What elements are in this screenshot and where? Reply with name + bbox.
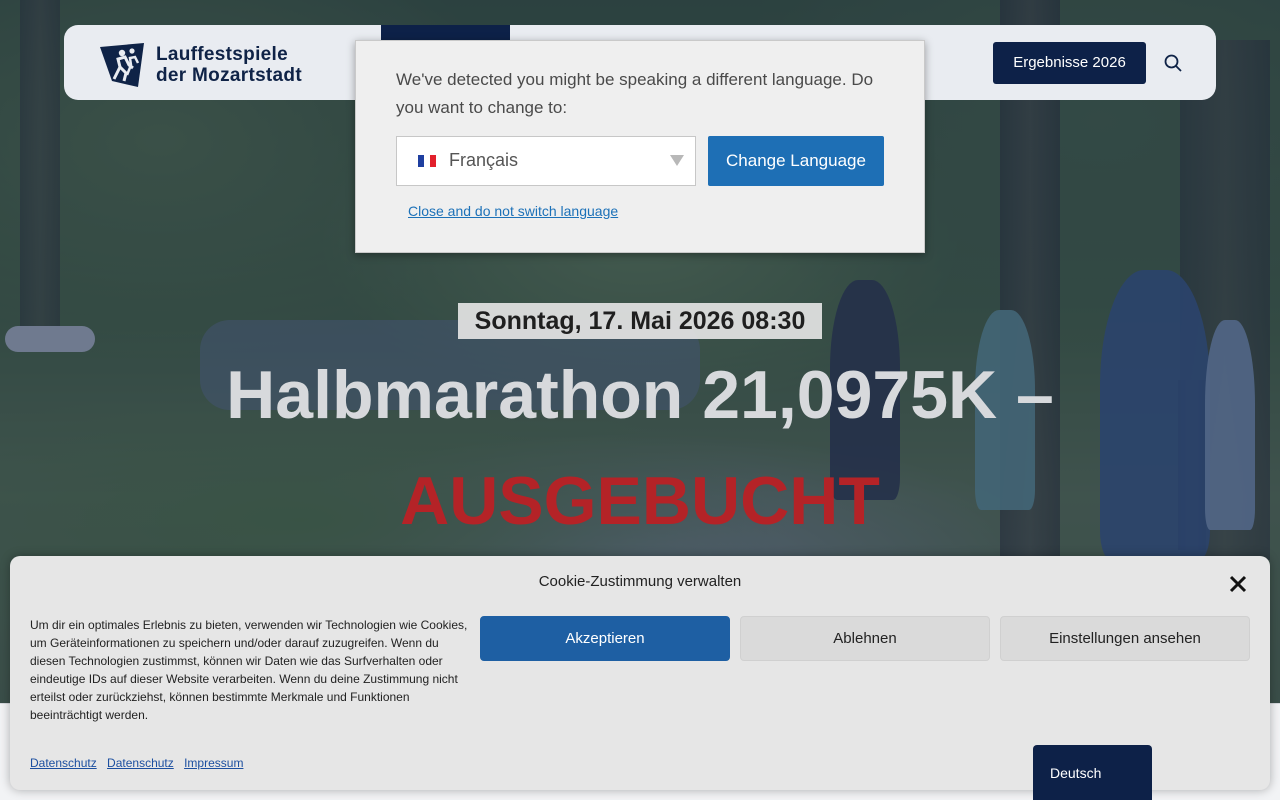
language-switcher[interactable]: Deutsch <box>1033 745 1152 800</box>
deny-cookies-button[interactable]: Ablehnen <box>740 616 990 661</box>
close-language-popup-link[interactable]: Close and do not switch language <box>408 203 618 219</box>
privacy-link-2[interactable]: Datenschutz <box>107 756 174 770</box>
chevron-down-icon <box>670 155 684 166</box>
results-2026-button[interactable]: Ergebnisse 2026 <box>993 42 1146 84</box>
event-date: Sonntag, 17. Mai 2026 08:30 <box>458 303 822 339</box>
close-icon[interactable] <box>1228 574 1248 594</box>
cookie-settings-button[interactable]: Einstellungen ansehen <box>1000 616 1250 661</box>
language-detection-popup: We've detected you might be speaking a d… <box>355 40 925 253</box>
cookie-banner-title: Cookie-Zustimmung verwalten <box>538 573 742 590</box>
language-popup-message: We've detected you might be speaking a d… <box>396 70 874 117</box>
search-icon[interactable] <box>1163 53 1183 73</box>
cookie-banner-links: Datenschutz Datenschutz Impressum <box>30 756 250 770</box>
accept-cookies-button[interactable]: Akzeptieren <box>480 616 730 661</box>
nav-active-indicator[interactable] <box>381 25 510 41</box>
event-title: Halbmarathon 21,0975K – <box>226 357 1054 433</box>
site-logo[interactable]: Lauffestspiele der Mozartstadt <box>98 41 308 89</box>
cookie-banner-text: Um dir ein optimales Erlebnis zu bieten,… <box>30 618 468 722</box>
flag-fr-icon <box>418 155 436 167</box>
privacy-link[interactable]: Datenschutz <box>30 756 97 770</box>
language-select-value: Français <box>449 150 519 170</box>
language-select[interactable]: Français <box>396 136 696 186</box>
change-language-button[interactable]: Change Language <box>708 136 884 186</box>
event-status-sold-out: AUSGEBUCHT <box>400 463 880 539</box>
imprint-link[interactable]: Impressum <box>184 756 243 770</box>
logo-text: Lauffestspiele der Mozartstadt <box>156 44 302 86</box>
runners-logo-icon <box>100 43 144 87</box>
